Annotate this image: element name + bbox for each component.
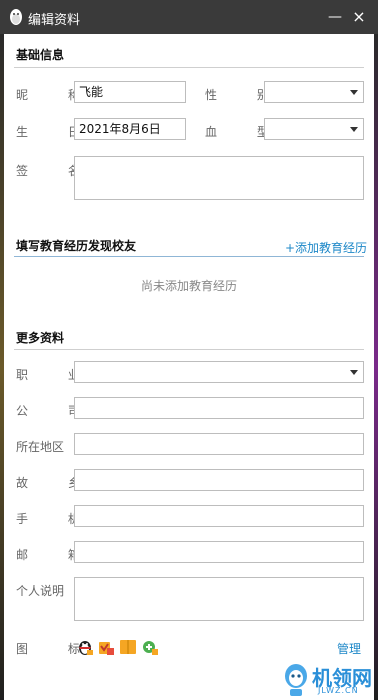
chevron-down-icon [350, 370, 358, 375]
location-label: 所在地区 [16, 440, 65, 454]
window-title: 编辑资料 [28, 13, 81, 28]
watermark-url: JLWZ.CN [318, 686, 359, 695]
signature-field[interactable] [74, 156, 364, 200]
robot-mascot-icon [285, 664, 307, 696]
window-frame-right [374, 34, 378, 700]
qq-penguin-icon [10, 9, 22, 25]
divider [14, 349, 364, 350]
book-icon[interactable] [119, 638, 137, 656]
company-field[interactable] [74, 397, 364, 419]
section-title-education: 填写教育经历发现校友 [16, 239, 137, 253]
minimize-button[interactable]: — [325, 6, 345, 28]
nickname-field[interactable]: 飞能 [74, 81, 186, 103]
vip-badge-icon[interactable] [97, 638, 115, 656]
close-button[interactable]: × [349, 6, 369, 28]
title-bar: 编辑资料 — × [0, 0, 378, 34]
bio-label: 个人说明 [16, 584, 65, 598]
blood-type-select[interactable] [264, 118, 364, 140]
phone-field[interactable] [74, 505, 364, 527]
chevron-down-icon [350, 90, 358, 95]
divider [14, 256, 364, 257]
section-title-more: 更多资料 [16, 331, 65, 345]
occupation-select[interactable] [74, 361, 364, 383]
gender-select[interactable] [264, 81, 364, 103]
hometown-field[interactable] [74, 469, 364, 491]
bio-field[interactable] [74, 577, 364, 621]
game-badge-icon[interactable] [141, 638, 159, 656]
section-title-basic: 基础信息 [16, 48, 65, 62]
window-frame-left [0, 34, 4, 700]
birthday-field[interactable]: 2021年8月6日 [74, 118, 186, 140]
watermark-logo: 机领网 JLWZ.CN [282, 660, 374, 700]
location-field[interactable] [74, 433, 364, 455]
education-empty-text: 尚未添加教育经历 [140, 279, 237, 293]
divider [14, 67, 364, 68]
email-field[interactable] [74, 541, 364, 563]
manage-icons-link[interactable]: 管理 [337, 640, 361, 657]
chevron-down-icon [350, 127, 358, 132]
add-education-link[interactable]: +添加教育经历 [285, 239, 367, 256]
qq-penguin-icon[interactable] [76, 638, 94, 656]
